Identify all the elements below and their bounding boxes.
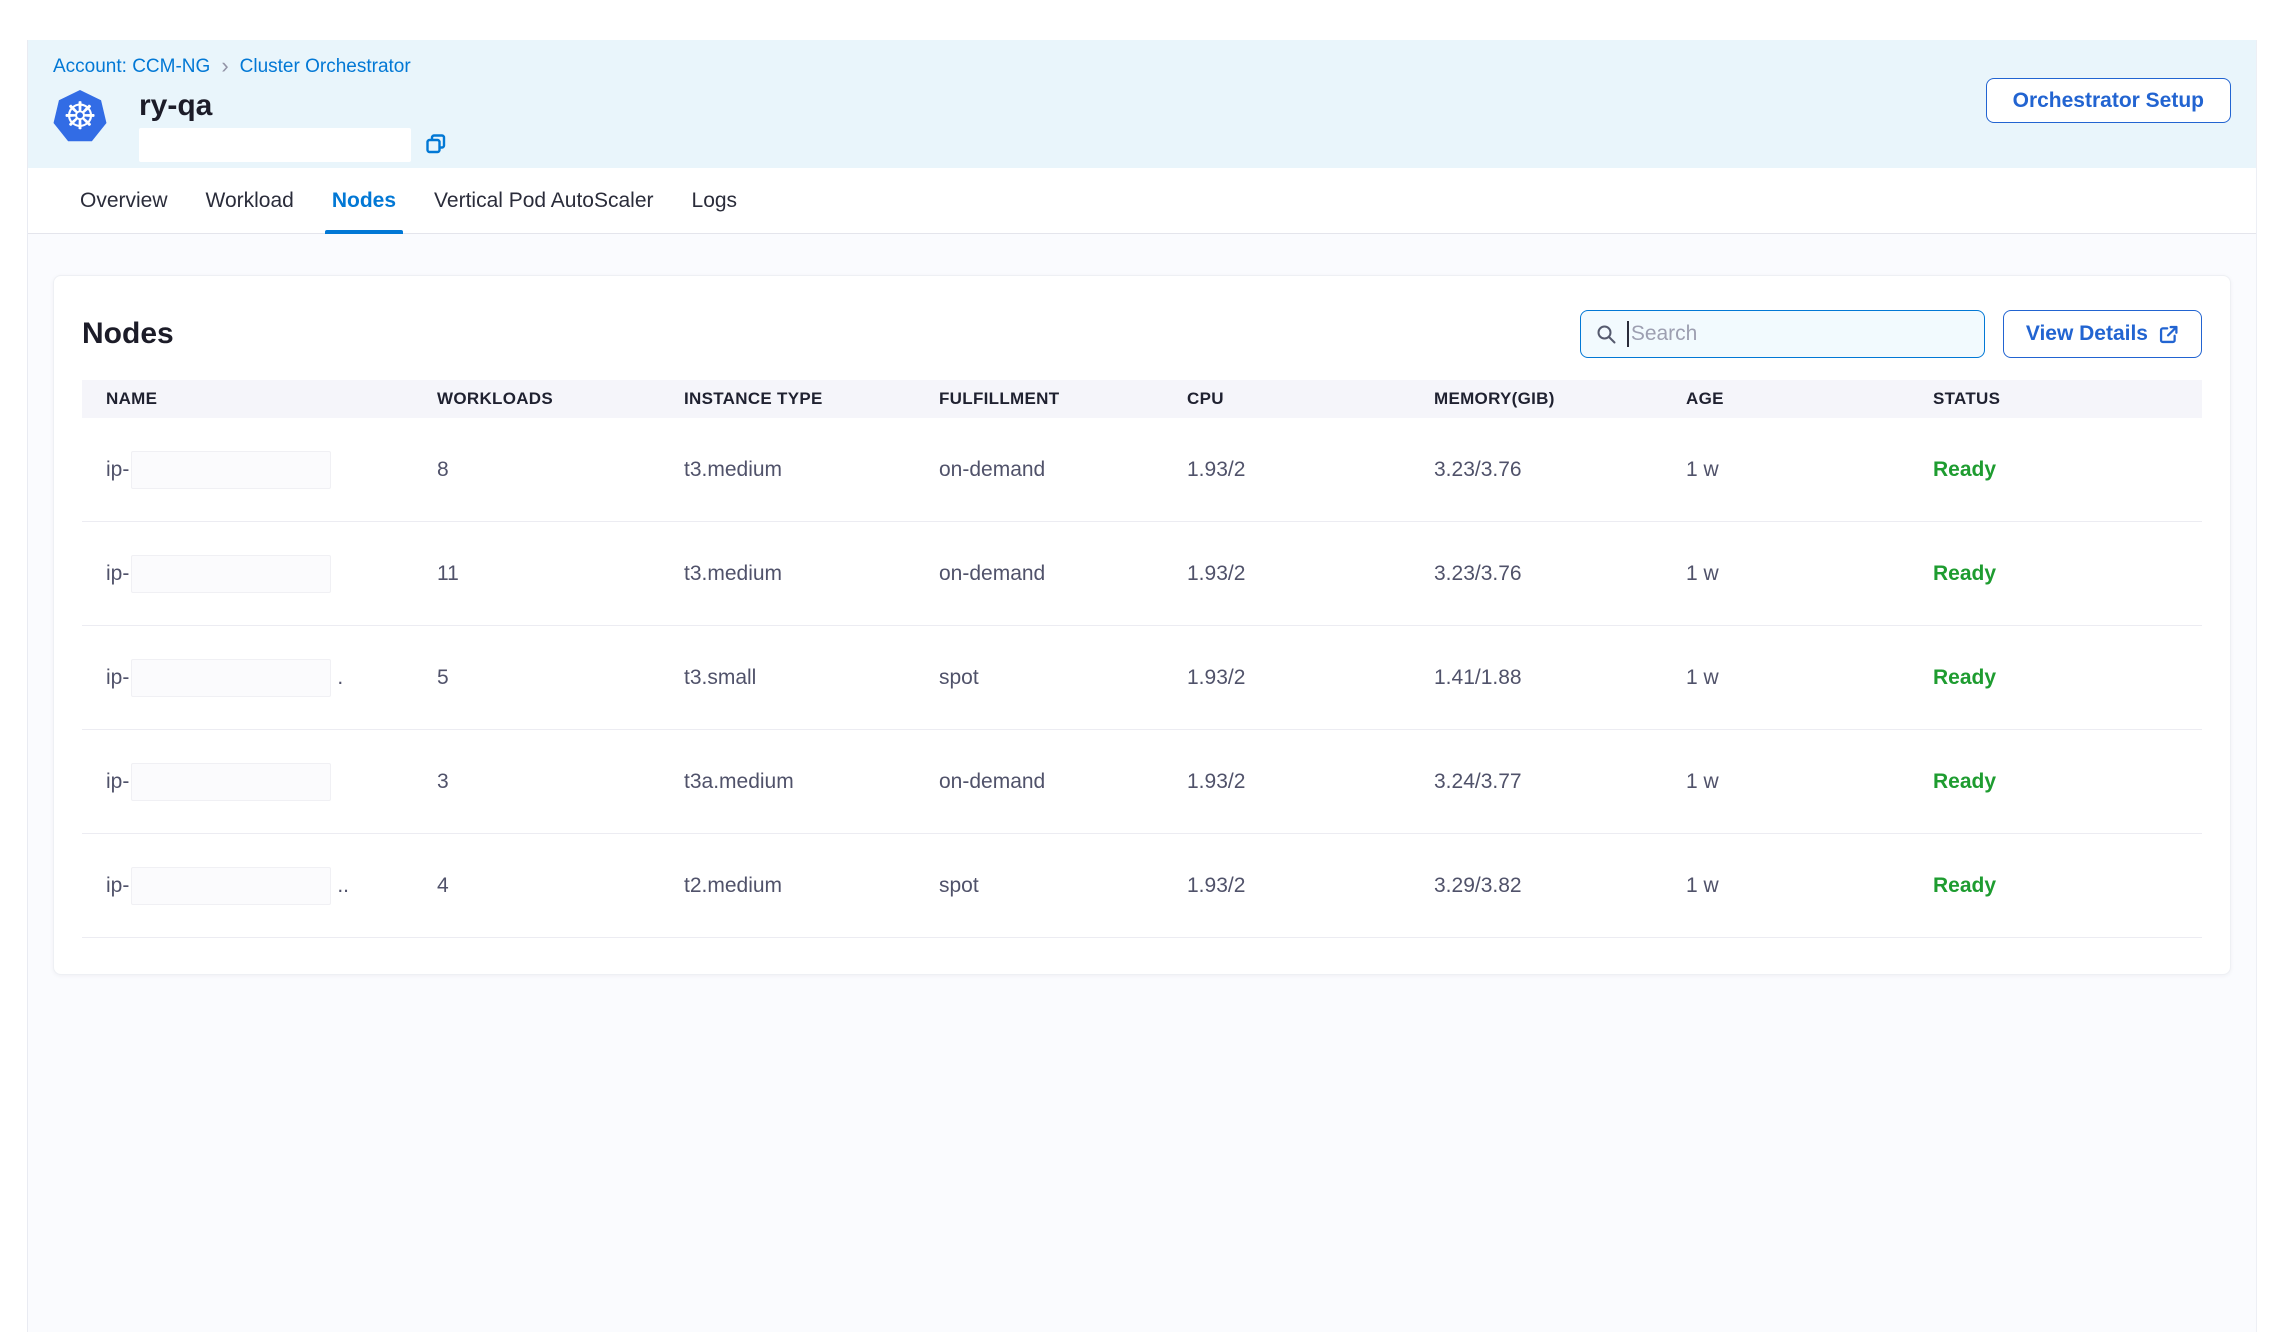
view-details-label: View Details: [2026, 322, 2148, 346]
app-content: Account: CCM-NG › Cluster Orchestrator ☸…: [27, 40, 2257, 1332]
tab-vertical-pod-autoscaler[interactable]: Vertical Pod AutoScaler: [434, 168, 653, 233]
view-details-button[interactable]: View Details: [2003, 310, 2202, 358]
column-header-name: NAME: [82, 389, 437, 409]
breadcrumb-chevron-icon: ›: [221, 57, 228, 75]
node-name-redacted: [131, 659, 331, 697]
workloads-cell: 11: [437, 562, 684, 586]
workloads-cell: 5: [437, 666, 684, 690]
orchestrator-setup-button[interactable]: Orchestrator Setup: [1986, 78, 2231, 123]
main-area: Nodes View Details: [28, 234, 2256, 975]
instance-type-cell: t3.small: [684, 666, 939, 690]
nodes-table-body: ip- 8 t3.medium on-demand 1.93/2 3.23/3.…: [82, 418, 2202, 938]
cluster-id-redacted: [139, 128, 411, 162]
breadcrumb-account-link[interactable]: Account: CCM-NG: [53, 56, 210, 78]
node-name-cell: ip-: [82, 763, 437, 801]
node-name-cell: ip- ..: [82, 867, 437, 905]
fulfillment-cell: spot: [939, 666, 1187, 690]
search-box: [1580, 310, 1985, 358]
status-badge: Ready: [1933, 874, 2206, 898]
status-badge: Ready: [1933, 666, 2206, 690]
workloads-cell: 4: [437, 874, 684, 898]
table-row[interactable]: ip- .. 4 t2.medium spot 1.93/2 3.29/3.82…: [82, 834, 2202, 938]
age-cell: 1 w: [1686, 874, 1933, 898]
cpu-cell: 1.93/2: [1187, 562, 1434, 586]
column-header-status: STATUS: [1933, 389, 2206, 409]
nodes-panel: Nodes View Details: [53, 275, 2231, 975]
table-row[interactable]: ip- 11 t3.medium on-demand 1.93/2 3.23/3…: [82, 522, 2202, 626]
breadcrumb: Account: CCM-NG › Cluster Orchestrator: [53, 56, 2231, 78]
workloads-cell: 8: [437, 458, 684, 482]
memory-cell: 3.24/3.77: [1434, 770, 1686, 794]
node-name-redacted: [131, 763, 331, 801]
cpu-cell: 1.93/2: [1187, 666, 1434, 690]
age-cell: 1 w: [1686, 666, 1933, 690]
instance-type-cell: t2.medium: [684, 874, 939, 898]
cpu-cell: 1.93/2: [1187, 874, 1434, 898]
node-name-cell: ip-: [82, 451, 437, 489]
copy-button[interactable]: [425, 133, 447, 158]
status-badge: Ready: [1933, 770, 2206, 794]
age-cell: 1 w: [1686, 458, 1933, 482]
fulfillment-cell: on-demand: [939, 562, 1187, 586]
nodes-panel-title: Nodes: [82, 317, 174, 351]
tab-bar: Overview Workload Nodes Vertical Pod Aut…: [28, 168, 2256, 234]
table-row[interactable]: ip- 8 t3.medium on-demand 1.93/2 3.23/3.…: [82, 418, 2202, 522]
tab-logs[interactable]: Logs: [692, 168, 738, 233]
kubernetes-logo-icon: ☸: [53, 90, 107, 144]
node-name-redacted: [131, 867, 331, 905]
node-name-redacted: [131, 451, 331, 489]
column-header-cpu: CPU: [1187, 389, 1434, 409]
tab-overview[interactable]: Overview: [80, 168, 168, 233]
search-icon: [1595, 323, 1618, 346]
page-header: Account: CCM-NG › Cluster Orchestrator ☸…: [28, 40, 2256, 168]
instance-type-cell: t3.medium: [684, 458, 939, 482]
nodes-table-header: NAME WORKLOADS INSTANCE TYPE FULFILLMENT…: [82, 380, 2202, 418]
breadcrumb-cluster-orchestrator-link[interactable]: Cluster Orchestrator: [240, 56, 411, 78]
table-row[interactable]: ip- 3 t3a.medium on-demand 1.93/2 3.24/3…: [82, 730, 2202, 834]
status-badge: Ready: [1933, 458, 2206, 482]
age-cell: 1 w: [1686, 562, 1933, 586]
fulfillment-cell: spot: [939, 874, 1187, 898]
node-name-redacted: [131, 555, 331, 593]
table-row[interactable]: ip- . 5 t3.small spot 1.93/2 1.41/1.88 1…: [82, 626, 2202, 730]
column-header-memory: MEMORY(GIB): [1434, 389, 1686, 409]
copy-icon: [425, 133, 447, 158]
column-header-age: AGE: [1686, 389, 1933, 409]
memory-cell: 3.29/3.82: [1434, 874, 1686, 898]
age-cell: 1 w: [1686, 770, 1933, 794]
fulfillment-cell: on-demand: [939, 458, 1187, 482]
memory-cell: 3.23/3.76: [1434, 458, 1686, 482]
cluster-title: ry-qa: [139, 90, 447, 122]
instance-type-cell: t3.medium: [684, 562, 939, 586]
memory-cell: 1.41/1.88: [1434, 666, 1686, 690]
column-header-instance-type: INSTANCE TYPE: [684, 389, 939, 409]
search-input[interactable]: [1629, 322, 1959, 346]
tab-nodes[interactable]: Nodes: [332, 168, 396, 233]
cpu-cell: 1.93/2: [1187, 770, 1434, 794]
instance-type-cell: t3a.medium: [684, 770, 939, 794]
tab-workload[interactable]: Workload: [206, 168, 294, 233]
memory-cell: 3.23/3.76: [1434, 562, 1686, 586]
column-header-workloads: WORKLOADS: [437, 389, 684, 409]
node-name-cell: ip-: [82, 555, 437, 593]
status-badge: Ready: [1933, 562, 2206, 586]
column-header-fulfillment: FULFILLMENT: [939, 389, 1187, 409]
fulfillment-cell: on-demand: [939, 770, 1187, 794]
cpu-cell: 1.93/2: [1187, 458, 1434, 482]
external-link-icon: [2158, 324, 2179, 345]
workloads-cell: 3: [437, 770, 684, 794]
node-name-cell: ip- .: [82, 659, 437, 697]
